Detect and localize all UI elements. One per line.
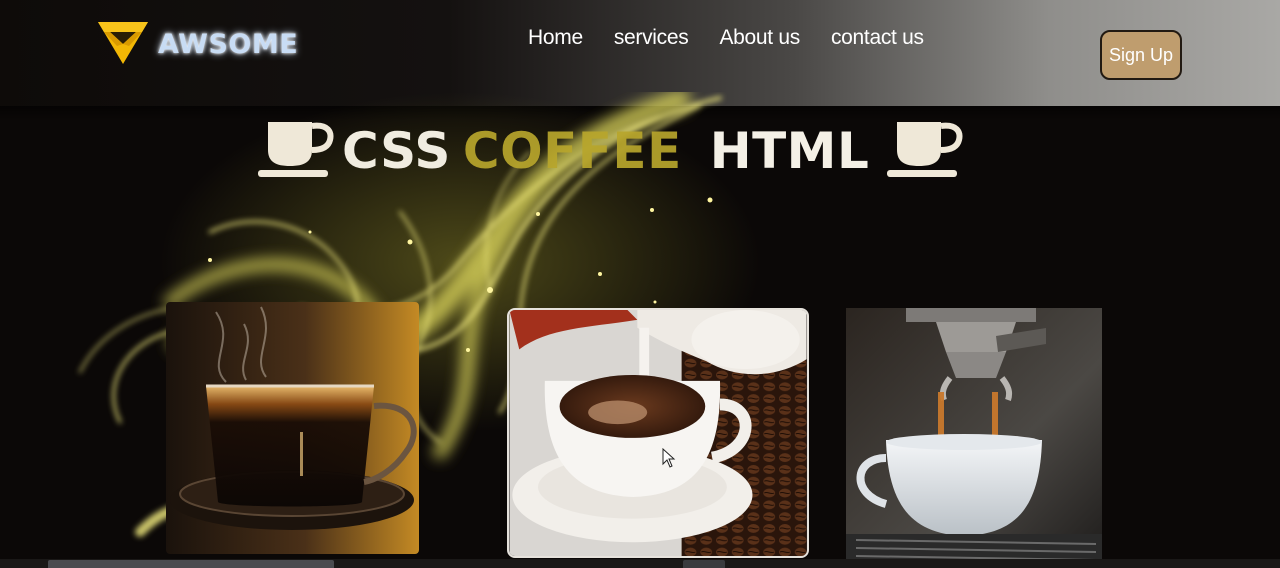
taskbar-window-item[interactable] xyxy=(683,560,725,568)
nav-item-services[interactable]: services xyxy=(614,26,689,50)
nav-item-home[interactable]: Home xyxy=(528,26,583,50)
coffee-cup-icon xyxy=(258,122,334,177)
brand-logo[interactable]: AWSOME xyxy=(96,16,298,66)
main-nav: Home services About us contact us xyxy=(528,26,955,50)
mouse-cursor-icon xyxy=(662,448,676,468)
coffee-cup-icon xyxy=(887,122,963,177)
hero-word-html: HTML xyxy=(709,122,870,180)
sign-up-button[interactable]: Sign Up xyxy=(1100,30,1182,80)
brand-name: AWSOME xyxy=(158,28,299,60)
espresso-machine-photo xyxy=(846,308,1102,568)
hero-word-coffee: COFFEE xyxy=(462,122,682,180)
diamond-icon xyxy=(98,22,148,64)
taskbar-window-item[interactable] xyxy=(48,560,334,568)
nav-item-contact-us[interactable]: contact us xyxy=(831,26,924,50)
milk-pouring-coffee-photo xyxy=(507,308,809,558)
glass-coffee-cup-photo xyxy=(166,302,419,554)
hero-word-css: CSS xyxy=(342,122,451,180)
hero-title: CSS COFFEE HTML xyxy=(258,116,1028,186)
nav-item-about-us[interactable]: About us xyxy=(719,26,800,50)
